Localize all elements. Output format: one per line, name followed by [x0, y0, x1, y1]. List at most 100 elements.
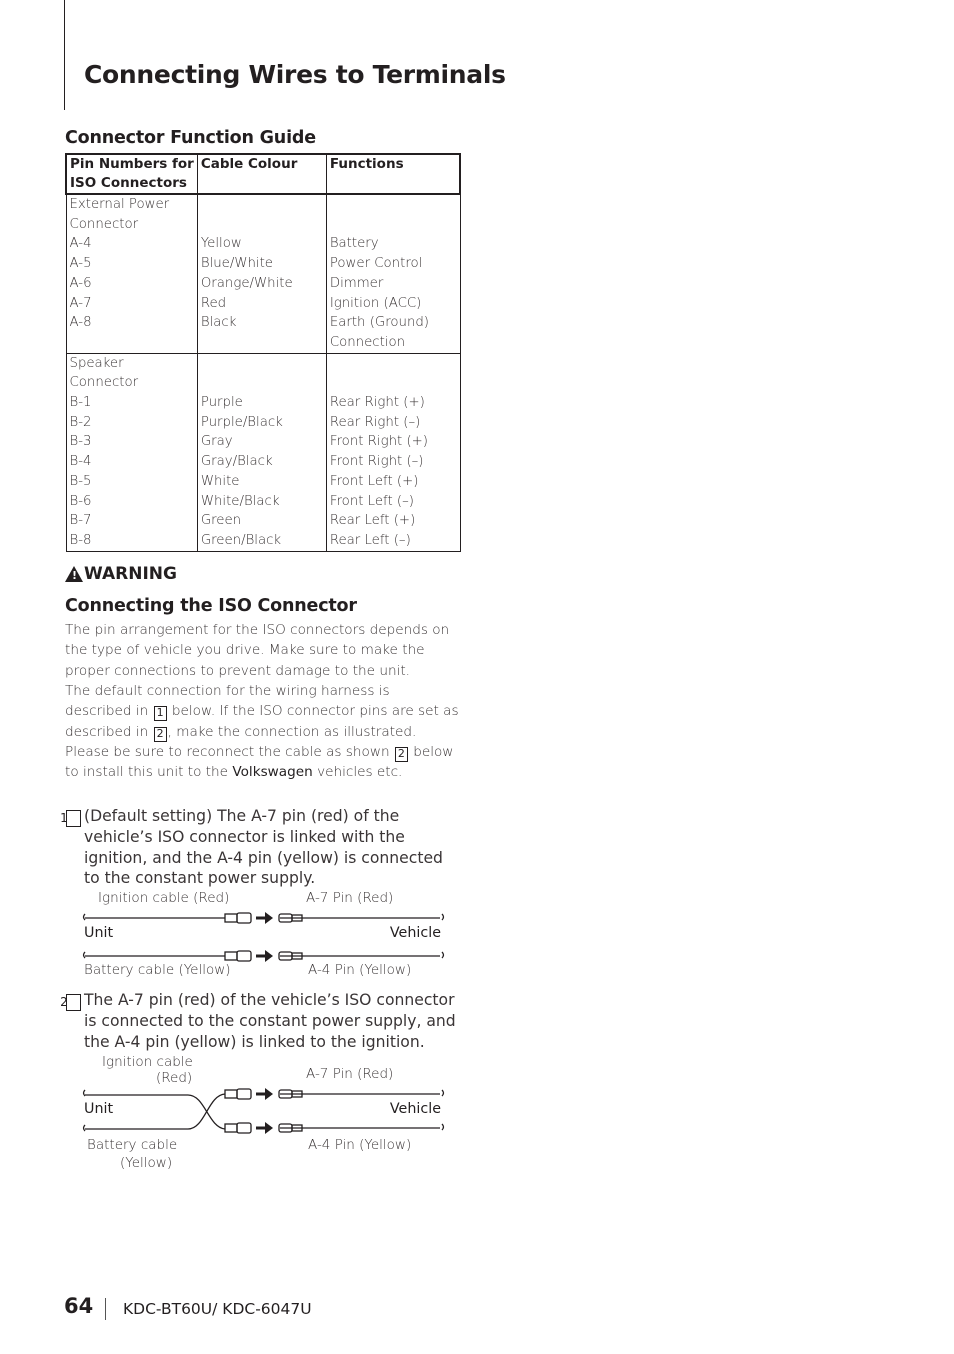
pin: B-5	[69, 473, 92, 489]
colour: Gray	[200, 434, 233, 450]
pin-column: External Power Connector A-4 A-5 A-6 A-7…	[65, 193, 198, 354]
group-name: Connector	[69, 216, 139, 232]
arrow-bottom-icon	[256, 1122, 273, 1134]
footer-divider	[105, 1298, 106, 1320]
function: Power Control	[329, 256, 423, 272]
pin: A-5	[69, 256, 92, 272]
warning-paragraph-1: The pin arrangement for the ISO connecto…	[65, 622, 450, 679]
group-name: Speaker	[69, 355, 124, 371]
function-column: Rear Right (+) Rear Right (–) Front Righ…	[325, 352, 461, 552]
pin: A-4	[69, 236, 92, 252]
colour: Orange/White	[200, 275, 293, 291]
colour: Red	[200, 295, 227, 311]
colour: Green	[200, 513, 242, 529]
ref-box-2: 2	[394, 747, 408, 762]
function: Rear Left (–)	[329, 532, 411, 548]
pin-column: Speaker Connector B-1 B-2 B-3 B-4 B-5 B-…	[65, 352, 198, 552]
text: vehicles etc.	[317, 764, 403, 781]
case-2-description: 2 The A-7 pin (red) of the vehicle’s ISO …	[60, 990, 460, 1052]
function: Rear Right (+)	[329, 395, 425, 411]
case-2-text-wrap: 2 The A-7 pin (red) of the vehicle’s ISO …	[60, 990, 460, 1052]
crossed-wires	[82, 1088, 445, 1134]
case-1-text: (Default setting) The A-7 pin (red) of t…	[84, 807, 443, 887]
function-column: Battery Power Control Dimmer Ignition (A…	[325, 193, 461, 354]
text: Please be sure to reconnect the cable as…	[65, 744, 390, 760]
pin: B-4	[69, 454, 92, 470]
case-2-wiring-svg	[82, 1088, 445, 1134]
case-1-diagram: Ignition cable (Red) A-7 Pin (Red) Unit …	[80, 888, 450, 983]
colour: Purple	[200, 395, 243, 411]
case-1-text-wrap: 1 (Default setting) The A-7 pin (red) of …	[60, 806, 460, 889]
pin: B-2	[69, 414, 92, 430]
pin: B-8	[69, 532, 92, 548]
arrow-top-icon	[256, 1088, 273, 1100]
case-2-number-box: 2	[60, 994, 81, 1011]
pin: B-1	[69, 395, 92, 411]
brand-name: Volkswagen	[232, 764, 313, 781]
case-1-number-box: 1	[60, 810, 81, 827]
function: Rear Right (–)	[329, 414, 421, 430]
colour-column: Purple Purple/Black Gray Gray/Black Whit…	[196, 352, 327, 552]
colour: Green/Black	[200, 532, 282, 548]
colour: White	[200, 473, 240, 489]
warning-paragraph-2: The default connection for the wiring ha…	[65, 681, 460, 742]
warning-text: WARNING	[84, 564, 177, 584]
colour: Blue/White	[200, 256, 273, 272]
ref-box-2: 2	[153, 726, 167, 742]
function: Earth (Ground)	[329, 315, 429, 331]
case-1-wiring-svg	[82, 912, 445, 962]
function: Front Right (–)	[329, 454, 424, 470]
ref-box-1: 1	[153, 706, 167, 722]
function: Front Left (–)	[329, 493, 414, 509]
arrow-bottom-icon	[256, 950, 273, 962]
case-2-text: The A-7 pin (red) of the vehicle’s ISO c…	[84, 991, 456, 1051]
arrow-top-icon	[256, 912, 273, 924]
function: Connection	[329, 334, 406, 350]
warning-label: ! WARNING	[65, 564, 177, 584]
pin: B-3	[69, 434, 92, 450]
pin: A-6	[69, 275, 92, 291]
model-name: KDC-BT60U/ KDC-6047U	[123, 1300, 312, 1318]
pin: B-7	[69, 513, 92, 529]
connector-function-table: Pin Numbers for ISO Connectors Cable Col…	[65, 153, 461, 552]
header-colour: Cable Colour	[196, 153, 327, 195]
colour: White/Black	[200, 493, 280, 509]
pin: A-8	[69, 315, 92, 331]
pin: A-7	[69, 295, 92, 311]
warning-paragraph-3: Please be sure to reconnect the cable as…	[65, 742, 460, 783]
header-pin-line2: ISO Connectors	[70, 175, 187, 191]
header-pin-line1: Pin Numbers for	[70, 156, 194, 172]
warning-triangle-icon: !	[65, 566, 83, 582]
case-2-diagram: Ignition cable (Red) A-7 Pin (Red) Unit …	[80, 1052, 450, 1177]
page-number: 64	[64, 1294, 94, 1318]
colour: Yellow	[200, 236, 242, 252]
function: Ignition (ACC)	[329, 295, 422, 311]
case-1-description: 1 (Default setting) The A-7 pin (red) of …	[60, 806, 460, 889]
group-name: External Power	[69, 197, 170, 212]
function: Dimmer	[329, 275, 384, 291]
colour: Black	[200, 315, 237, 331]
iso-connector-heading: Connecting the ISO Connector	[65, 596, 357, 616]
table-row-external-power: External Power Connector A-4 A-5 A-6 A-7…	[65, 193, 461, 354]
page-title: Connecting Wires to Terminals	[84, 60, 506, 89]
header-pin: Pin Numbers for ISO Connectors	[65, 153, 198, 195]
pin: B-6	[69, 493, 92, 509]
colour-column: Yellow Blue/White Orange/White Red Black	[196, 193, 327, 354]
group-name: Connector	[69, 375, 139, 391]
header-functions: Functions	[325, 153, 461, 195]
guide-heading: Connector Function Guide	[65, 128, 316, 148]
text: , make the connection as illustrated.	[167, 723, 417, 740]
margin-rule	[64, 0, 65, 110]
function: Battery	[329, 236, 379, 252]
function: Front Right (+)	[329, 434, 428, 450]
table-row-speaker: Speaker Connector B-1 B-2 B-3 B-4 B-5 B-…	[65, 352, 461, 552]
table-header-row: Pin Numbers for ISO Connectors Cable Col…	[65, 153, 461, 195]
